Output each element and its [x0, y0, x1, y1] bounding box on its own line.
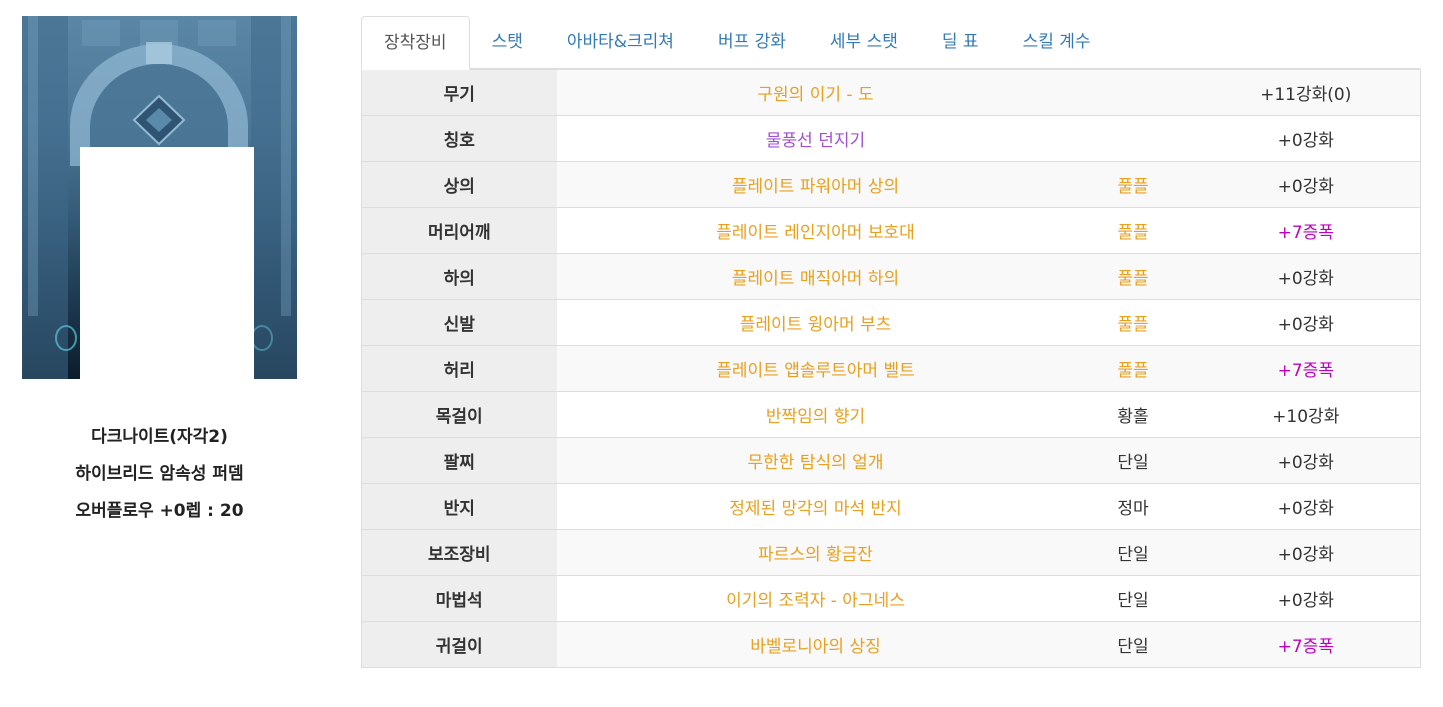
- table-row: 반지 정제된 망각의 마석 반지 정마 +0강화: [361, 483, 1421, 530]
- equipment-name[interactable]: 플레이트 레인지아머 보호대: [556, 207, 1075, 254]
- equipment-slot: 보조장비: [361, 529, 557, 576]
- equipment-slot: 팔찌: [361, 437, 557, 484]
- equipment-enhancement: +0강화: [1191, 437, 1421, 484]
- equipment-name[interactable]: 파르스의 황금잔: [556, 529, 1075, 576]
- equipment-type: [1074, 115, 1192, 162]
- equipment-enhancement: +0강화: [1191, 529, 1421, 576]
- table-row: 귀걸이 바벨로니아의 상징 단일 +7증폭: [361, 621, 1421, 668]
- table-row: 허리 플레이트 앱솔루트아머 벨트 풀플 +7증폭: [361, 345, 1421, 392]
- equipment-name[interactable]: 반짝임의 향기: [556, 391, 1075, 438]
- page: 다크나이트(자각2) 하이브리드 암속성 퍼뎀 오버플로우 +0렙 : 20 장…: [0, 0, 1443, 707]
- equipment-enhancement: +0강화: [1191, 161, 1421, 208]
- table-row: 상의 플레이트 파워아머 상의 풀플 +0강화: [361, 161, 1421, 208]
- table-row: 하의 플레이트 매직아머 하의 풀플 +0강화: [361, 253, 1421, 300]
- equipment-name[interactable]: 이기의 조력자 - 아그네스: [556, 575, 1075, 622]
- equipment-name[interactable]: 바벨로니아의 상징: [556, 621, 1075, 668]
- equipment-type: 단일: [1074, 575, 1192, 622]
- equipment-slot: 칭호: [361, 115, 557, 162]
- equipment-slot: 목걸이: [361, 391, 557, 438]
- equipment-type: 풀플: [1074, 207, 1192, 254]
- equipment-name[interactable]: 구원의 이기 - 도: [556, 69, 1075, 116]
- table-row: 팔찌 무한한 탐식의 얼개 단일 +0강화: [361, 437, 1421, 484]
- equipment-enhancement: +0강화: [1191, 483, 1421, 530]
- character-overflow: 오버플로우 +0렙 : 20: [75, 501, 244, 521]
- equipment-name[interactable]: 플레이트 파워아머 상의: [556, 161, 1075, 208]
- equipment-name[interactable]: 물풍선 던지기: [556, 115, 1075, 162]
- equipment-slot: 귀걸이: [361, 621, 557, 668]
- equipment-name[interactable]: 무한한 탐식의 얼개: [556, 437, 1075, 484]
- tab-skill-coefficient[interactable]: 스킬 계수: [1001, 16, 1113, 69]
- tab-detail-stats[interactable]: 세부 스탯: [808, 16, 920, 69]
- table-row: 무기 구원의 이기 - 도 +11강화(0): [361, 69, 1421, 116]
- character-info: 다크나이트(자각2) 하이브리드 암속성 퍼뎀 오버플로우 +0렙 : 20: [22, 419, 297, 530]
- equipment-table-body: 무기 구원의 이기 - 도 +11강화(0) 칭호 물풍선 던지기 +0강화 상의 플레이트 …: [361, 69, 1421, 668]
- equipment-slot: 허리: [361, 345, 557, 392]
- equipment-type: 풀플: [1074, 161, 1192, 208]
- table-row: 마법석 이기의 조력자 - 아그네스 단일 +0강화: [361, 575, 1421, 622]
- tab-damage-table[interactable]: 딜 표: [920, 16, 1001, 69]
- equipment-name[interactable]: 플레이트 윙아머 부츠: [556, 299, 1075, 346]
- table-row: 목걸이 반짝임의 향기 황홀 +10강화: [361, 391, 1421, 438]
- equipment-type: 황홀: [1074, 391, 1192, 438]
- equipment-table: 무기 구원의 이기 - 도 +11강화(0) 칭호 물풍선 던지기 +0강화 상의 플레이트 …: [361, 69, 1421, 668]
- equipment-slot: 머리어깨: [361, 207, 557, 254]
- equipment-name[interactable]: 플레이트 앱솔루트아머 벨트: [556, 345, 1075, 392]
- equipment-type: 정마: [1074, 483, 1192, 530]
- character-build: 하이브리드 암속성 퍼뎀: [75, 464, 244, 484]
- equipment-type: 풀플: [1074, 345, 1192, 392]
- equipment-enhancement: +7증폭: [1191, 345, 1421, 392]
- equipment-type: 풀플: [1074, 253, 1192, 300]
- character-name: 다크나이트(자각2): [91, 427, 228, 447]
- tab-buff-enhance[interactable]: 버프 강화: [696, 16, 808, 69]
- table-row: 머리어깨 플레이트 레인지아머 보호대 풀플 +7증폭: [361, 207, 1421, 254]
- equipment-content: 장착장비 스탯 아바타&크리쳐 버프 강화 세부 스탯 딜 표 스킬 계수 무기 구원의 이기…: [361, 16, 1421, 668]
- equipment-name[interactable]: 플레이트 매직아머 하의: [556, 253, 1075, 300]
- equipment-slot: 반지: [361, 483, 557, 530]
- equipment-enhancement: +7증폭: [1191, 207, 1421, 254]
- table-row: 보조장비 파르스의 황금잔 단일 +0강화: [361, 529, 1421, 576]
- character-placeholder: [80, 147, 254, 379]
- character-portrait: [22, 16, 297, 379]
- table-row: 신발 플레이트 윙아머 부츠 풀플 +0강화: [361, 299, 1421, 346]
- character-panel: 다크나이트(자각2) 하이브리드 암속성 퍼뎀 오버플로우 +0렙 : 20: [22, 16, 297, 530]
- table-row: 칭호 물풍선 던지기 +0강화: [361, 115, 1421, 162]
- equipment-slot: 무기: [361, 69, 557, 116]
- equipment-slot: 상의: [361, 161, 557, 208]
- equipment-type: 단일: [1074, 529, 1192, 576]
- equipment-type: 단일: [1074, 621, 1192, 668]
- tab-avatar-creature[interactable]: 아바타&크리쳐: [545, 16, 696, 69]
- equipment-slot: 하의: [361, 253, 557, 300]
- equipment-enhancement: +0강화: [1191, 575, 1421, 622]
- tab-equipment[interactable]: 장착장비: [361, 16, 470, 70]
- equipment-enhancement: +0강화: [1191, 299, 1421, 346]
- equipment-enhancement: +7증폭: [1191, 621, 1421, 668]
- equipment-slot: 신발: [361, 299, 557, 346]
- equipment-enhancement: +10강화: [1191, 391, 1421, 438]
- equipment-slot: 마법석: [361, 575, 557, 622]
- equipment-type: 단일: [1074, 437, 1192, 484]
- equipment-enhancement: +0강화: [1191, 253, 1421, 300]
- equipment-enhancement: +0강화: [1191, 115, 1421, 162]
- equipment-enhancement: +11강화(0): [1191, 69, 1421, 116]
- equipment-name[interactable]: 정제된 망각의 마석 반지: [556, 483, 1075, 530]
- equipment-type: 풀플: [1074, 299, 1192, 346]
- tab-bar: 장착장비 스탯 아바타&크리쳐 버프 강화 세부 스탯 딜 표 스킬 계수: [361, 16, 1420, 70]
- tab-stats[interactable]: 스탯: [470, 16, 545, 69]
- equipment-type: [1074, 69, 1192, 116]
